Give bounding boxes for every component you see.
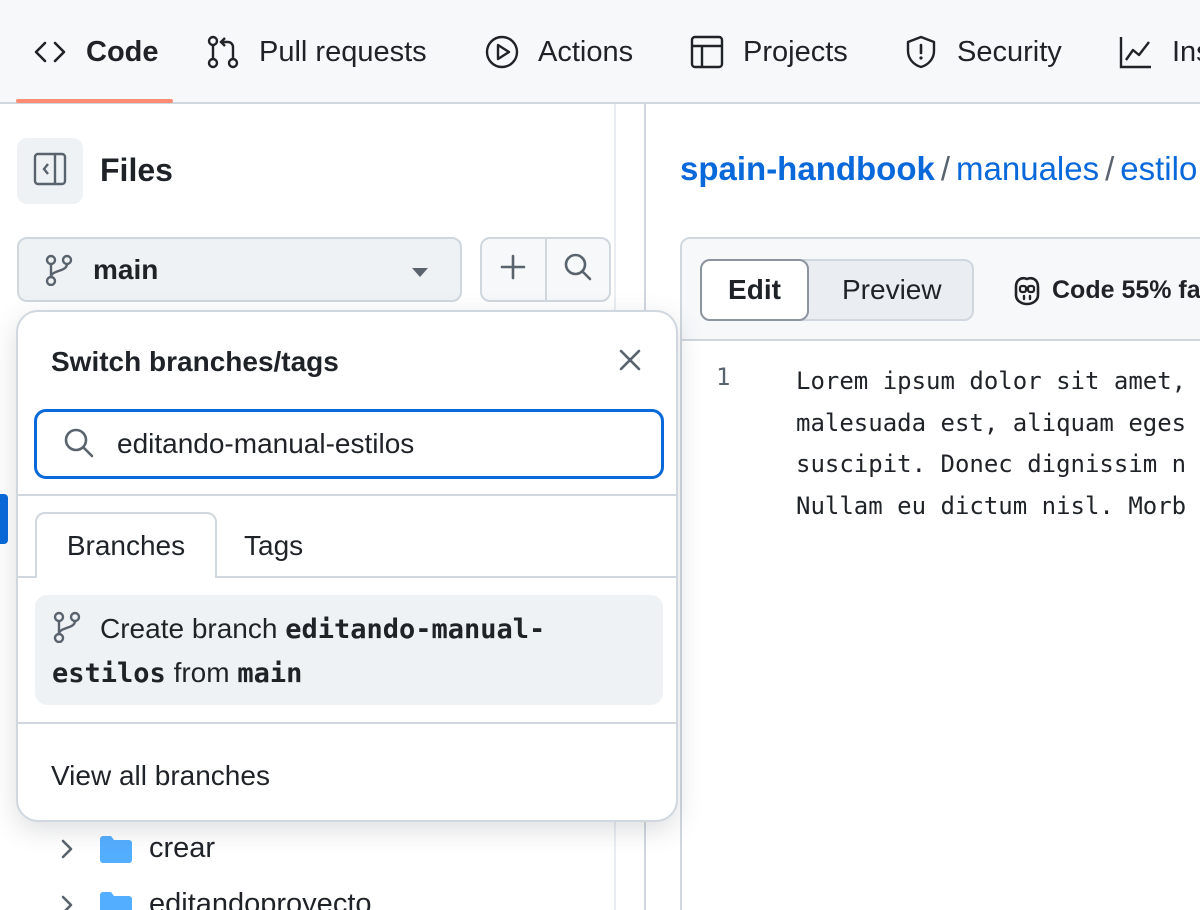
tree-item-folder[interactable]: editandoproyecto bbox=[55, 888, 372, 910]
table-icon bbox=[689, 34, 725, 70]
tab-insights[interactable]: Ins bbox=[1118, 0, 1200, 104]
edit-tab[interactable]: Edit bbox=[700, 259, 809, 321]
chevron-down-icon bbox=[412, 268, 428, 277]
tab-security[interactable]: Security bbox=[903, 0, 1062, 104]
file-actions-group bbox=[480, 237, 611, 302]
base-branch-name: main bbox=[237, 658, 303, 689]
code-line: malesuada est, aliquam eges bbox=[796, 408, 1187, 437]
create-branch-from: from bbox=[173, 657, 230, 688]
tab-label: Security bbox=[957, 35, 1062, 68]
tab-projects[interactable]: Projects bbox=[689, 0, 848, 104]
copilot-icon bbox=[1010, 273, 1044, 307]
create-branch-text: Create branch editando-manual-estilos fr… bbox=[52, 607, 612, 695]
line-number: 1 bbox=[716, 363, 731, 391]
divider bbox=[18, 494, 676, 496]
plus-icon bbox=[499, 253, 527, 286]
branch-switcher-popover: Switch branches/tags Branches Tags Creat… bbox=[16, 310, 678, 822]
tab-pull-requests[interactable]: Pull requests bbox=[205, 0, 427, 104]
selected-file-indicator bbox=[0, 494, 8, 544]
tab-actions[interactable]: Actions bbox=[484, 0, 633, 104]
breadcrumb-repo-link[interactable]: spain-handbook bbox=[680, 150, 935, 187]
folder-name: crear bbox=[149, 832, 216, 864]
code-line: Nullam eu dictum nisl. Morb bbox=[796, 491, 1187, 520]
folder-name: editandoproyecto bbox=[149, 888, 372, 910]
branch-name: main bbox=[93, 253, 159, 285]
copilot-indicator[interactable]: Code 55% fa bbox=[1010, 273, 1200, 307]
tab-tags[interactable]: Tags bbox=[244, 530, 303, 562]
tree-item-folder[interactable]: crear bbox=[55, 832, 215, 865]
tab-label: Projects bbox=[743, 35, 848, 68]
code-line: Lorem ipsum dolor sit amet, bbox=[796, 367, 1187, 395]
search-files-button[interactable] bbox=[544, 239, 610, 300]
repo-nav: Code Pull requests Actions Projects Secu… bbox=[0, 0, 1200, 104]
tab-label: Pull requests bbox=[259, 35, 427, 68]
chevron-right-icon bbox=[55, 837, 79, 861]
breadcrumb: spain-handbook / manuales / estilo bbox=[680, 150, 1197, 188]
tab-label: Code bbox=[86, 35, 159, 68]
code-text[interactable]: Lorem ipsum dolor sit amet, malesuada es… bbox=[796, 361, 1186, 527]
copilot-label: Code 55% fa bbox=[1052, 275, 1200, 304]
git-branch-icon bbox=[45, 254, 73, 286]
folder-icon bbox=[99, 891, 133, 910]
new-branch-name-first: editando-manual- bbox=[285, 614, 546, 645]
breadcrumb-separator: / bbox=[940, 150, 951, 187]
breadcrumb-separator: / bbox=[1105, 150, 1115, 187]
code-line: suscipit. Donec dignissim n bbox=[796, 450, 1187, 478]
chevron-right-icon bbox=[55, 893, 79, 910]
files-title: Files bbox=[100, 152, 173, 188]
add-file-button[interactable] bbox=[482, 239, 545, 300]
search-icon bbox=[563, 252, 593, 287]
editor-toolbar: Edit Preview Code 55% fa bbox=[682, 239, 1200, 341]
create-branch-option[interactable]: Create branch editando-manual-estilos fr… bbox=[35, 595, 663, 705]
create-branch-prefix: Create branch bbox=[100, 613, 278, 644]
tab-label: Actions bbox=[538, 35, 634, 68]
branch-selector-button[interactable]: main bbox=[17, 237, 462, 302]
branch-search-field[interactable] bbox=[34, 409, 664, 479]
new-branch-name-rest: estilos bbox=[52, 658, 166, 689]
folder-icon bbox=[99, 835, 133, 863]
sidebar-collapse-icon bbox=[33, 152, 67, 191]
breadcrumb-path-link[interactable]: manuales bbox=[956, 150, 1099, 187]
popover-title: Switch branches/tags bbox=[51, 346, 339, 377]
edit-preview-toggle: Edit Preview bbox=[700, 259, 974, 321]
view-all-branches-link[interactable]: View all branches bbox=[51, 760, 270, 792]
active-tab-underline bbox=[16, 99, 173, 103]
file-editor: Edit Preview Code 55% fa 1 Lorem ipsum d… bbox=[680, 237, 1200, 910]
close-icon bbox=[618, 348, 642, 377]
search-icon bbox=[63, 427, 97, 461]
shield-icon bbox=[903, 34, 939, 70]
collapse-sidebar-button[interactable] bbox=[17, 138, 83, 204]
pull-request-icon bbox=[205, 34, 241, 70]
play-icon bbox=[484, 34, 520, 70]
graph-icon bbox=[1118, 34, 1154, 70]
divider bbox=[18, 722, 676, 724]
tab-branches[interactable]: Branches bbox=[35, 512, 217, 578]
branch-search-input[interactable] bbox=[117, 428, 647, 460]
tab-label: Ins bbox=[1172, 35, 1200, 68]
preview-tab[interactable]: Preview bbox=[842, 274, 942, 306]
close-button[interactable] bbox=[612, 344, 648, 380]
code-icon bbox=[32, 34, 68, 70]
tab-code[interactable]: Code bbox=[32, 0, 159, 104]
breadcrumb-path-link[interactable]: estilo bbox=[1120, 150, 1197, 187]
